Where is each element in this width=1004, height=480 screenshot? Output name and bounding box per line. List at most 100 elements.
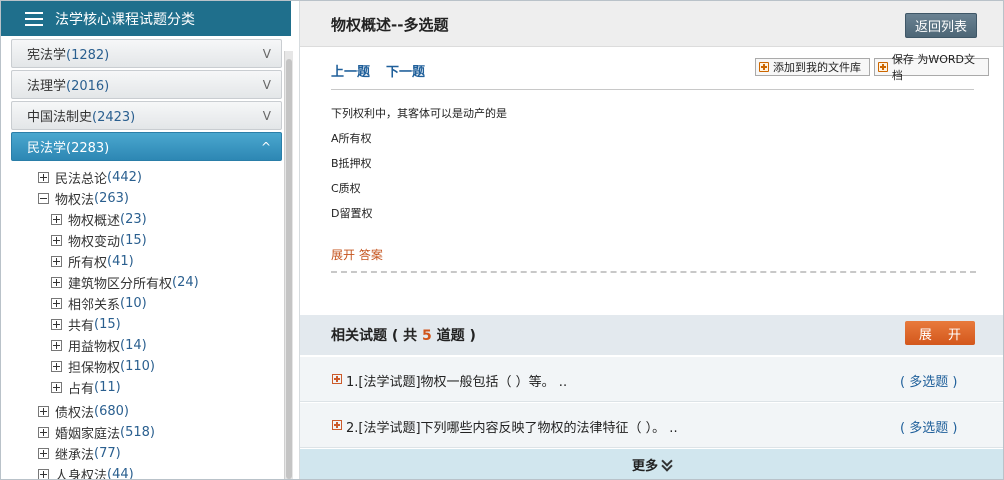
expand-related-button[interactable]: 展 开: [905, 321, 975, 345]
tree-node[interactable]: 担保物权 (110): [38, 356, 288, 377]
tree-node-count: (77): [94, 446, 121, 461]
tree-node-count: (23): [120, 212, 147, 227]
category-label: 民法学: [27, 141, 67, 156]
tree-node-count: (11): [94, 380, 121, 395]
tree-node[interactable]: 物权概述 (23): [38, 209, 288, 230]
sidebar-header: 法学核心课程试题分类: [1, 1, 291, 36]
add-icon: [878, 62, 888, 72]
tree-node[interactable]: 共有 (15): [38, 314, 288, 335]
tree-node-label: 建筑物区分所有权: [68, 277, 173, 292]
tree-node-count: (110): [120, 359, 155, 374]
tree-node-count: (14): [120, 338, 147, 353]
tree-node-count: (442): [107, 170, 142, 185]
related-count: 5: [422, 328, 432, 344]
expand-icon[interactable]: [38, 406, 49, 417]
option-b: B抵押权: [331, 157, 372, 170]
tree-node-label: 占有: [68, 382, 95, 397]
tree-node[interactable]: 继承法 (77): [38, 443, 288, 464]
tree-node-count: (24): [172, 275, 199, 290]
prev-question-link[interactable]: 上一题: [331, 61, 370, 80]
divider: [331, 89, 974, 90]
tree-node-count: (15): [94, 317, 121, 332]
tree-node-label: 婚姻家庭法: [55, 427, 121, 442]
question-text: 下列权利中，其客体可以是动产的是: [331, 107, 507, 120]
category-constitutional-law[interactable]: 宪法学(1282) V: [11, 39, 282, 68]
expand-icon[interactable]: [38, 172, 49, 183]
expand-answer-link[interactable]: 展开 答案: [331, 246, 383, 263]
tree-node-label: 所有权: [68, 256, 108, 271]
expand-icon[interactable]: [51, 298, 62, 309]
tree-node[interactable]: 物权法 (263): [38, 188, 288, 209]
double-chevron-down-icon: [661, 455, 673, 472]
expand-icon[interactable]: [38, 427, 49, 438]
question-panel: 物权概述--多选题 返回列表 上一题 下一题 添加到我的文件库 保存 为WORD…: [299, 1, 1003, 479]
expand-icon[interactable]: [51, 235, 62, 246]
tree-node-count: (263): [94, 191, 129, 206]
related-question-item[interactable]: 2.[法学试题]下列哪些内容反映了物权的法律特征（ ）。 .. ( 多选题 ): [300, 403, 1003, 448]
save-word-label: 保存 为WORD文档: [891, 53, 975, 82]
more-button[interactable]: 更多: [300, 449, 1003, 479]
category-civil-law[interactable]: 民法学(2283) ^: [11, 132, 282, 161]
tree-node[interactable]: 婚姻家庭法 (518): [38, 422, 288, 443]
tree-node[interactable]: 债权法 (680): [38, 401, 288, 422]
category-label: 宪法学: [27, 48, 67, 63]
tree-node-count: (44): [107, 467, 134, 480]
expand-icon[interactable]: [51, 256, 62, 267]
category-label: 中国法制史: [27, 110, 93, 125]
expand-icon[interactable]: [38, 448, 49, 459]
related-title-prefix: 相关试题 ( 共: [331, 328, 423, 344]
related-questions-header: 相关试题 ( 共 5 道题 ) 展 开: [300, 315, 1003, 355]
sidebar-scrollbar[interactable]: [284, 51, 293, 479]
expand-icon[interactable]: [332, 374, 342, 384]
category-jurisprudence[interactable]: 法理学(2016) V: [11, 70, 282, 99]
tree-node-count: (518): [120, 425, 155, 440]
related-question-item[interactable]: 1.[法学试题]物权一般包括（ ）等。 .. ( 多选题 ): [300, 357, 1003, 402]
scrollbar-thumb[interactable]: [286, 59, 292, 479]
more-label: 更多: [631, 458, 658, 474]
expand-icon[interactable]: [51, 382, 62, 393]
expand-icon[interactable]: [38, 469, 49, 479]
tree-node-label: 相邻关系: [68, 298, 121, 313]
save-word-button[interactable]: 保存 为WORD文档: [874, 53, 989, 82]
tree-node[interactable]: 占有 (11): [38, 377, 288, 398]
chevron-up-icon: ^: [260, 139, 271, 154]
category-legal-history[interactable]: 中国法制史(2423) V: [11, 101, 282, 130]
tree-node[interactable]: 民法总论 (442): [38, 167, 288, 188]
question-header: 物权概述--多选题 返回列表: [300, 1, 1003, 47]
tree-node[interactable]: 用益物权 (14): [38, 335, 288, 356]
expand-icon[interactable]: [51, 319, 62, 330]
tree-node[interactable]: 建筑物区分所有权 (24): [38, 272, 288, 293]
tree-node-label: 物权法: [55, 193, 95, 208]
tree-node-label: 共有: [68, 319, 95, 334]
collapse-icon[interactable]: [38, 193, 49, 204]
tree-node-label: 物权概述: [68, 214, 121, 229]
tree-node-label: 继承法: [55, 448, 95, 463]
page-title: 物权概述--多选题: [331, 16, 449, 34]
tree-node-label: 人身权法: [55, 469, 108, 480]
tree-node-count: (10): [120, 296, 147, 311]
tree-node[interactable]: 相邻关系 (10): [38, 293, 288, 314]
tree-node[interactable]: 人身权法 (44): [38, 464, 288, 480]
tree-node-label: 物权变动: [68, 235, 121, 250]
tree-node[interactable]: 物权变动 (15): [38, 230, 288, 251]
tree-node[interactable]: 所有权 (41): [38, 251, 288, 272]
tree-node-label: 用益物权: [68, 340, 121, 355]
related-question-text[interactable]: 2.[法学试题]下列哪些内容反映了物权的法律特征（ ）。 ..: [346, 417, 678, 436]
tree-node-label: 债权法: [55, 406, 95, 421]
tree-node-count: (680): [94, 404, 129, 419]
option-d: D留置权: [331, 207, 373, 220]
category-count: (2016): [66, 79, 110, 94]
add-to-library-button[interactable]: 添加到我的文件库: [755, 58, 870, 76]
category-list: 宪法学(1282) V 法理学(2016) V 中国法制史(2423) V 民法…: [11, 39, 282, 163]
expand-icon[interactable]: [51, 361, 62, 372]
expand-icon[interactable]: [51, 214, 62, 225]
related-question-text[interactable]: 1.[法学试题]物权一般包括（ ）等。 ..: [346, 371, 567, 390]
chevron-down-icon: V: [262, 77, 271, 92]
next-question-link[interactable]: 下一题: [386, 61, 425, 80]
back-to-list-button[interactable]: 返回列表: [905, 13, 977, 38]
menu-icon: [25, 11, 43, 26]
expand-icon[interactable]: [51, 277, 62, 288]
expand-icon[interactable]: [332, 420, 342, 430]
chevron-down-icon: V: [262, 46, 271, 61]
expand-icon[interactable]: [51, 340, 62, 351]
